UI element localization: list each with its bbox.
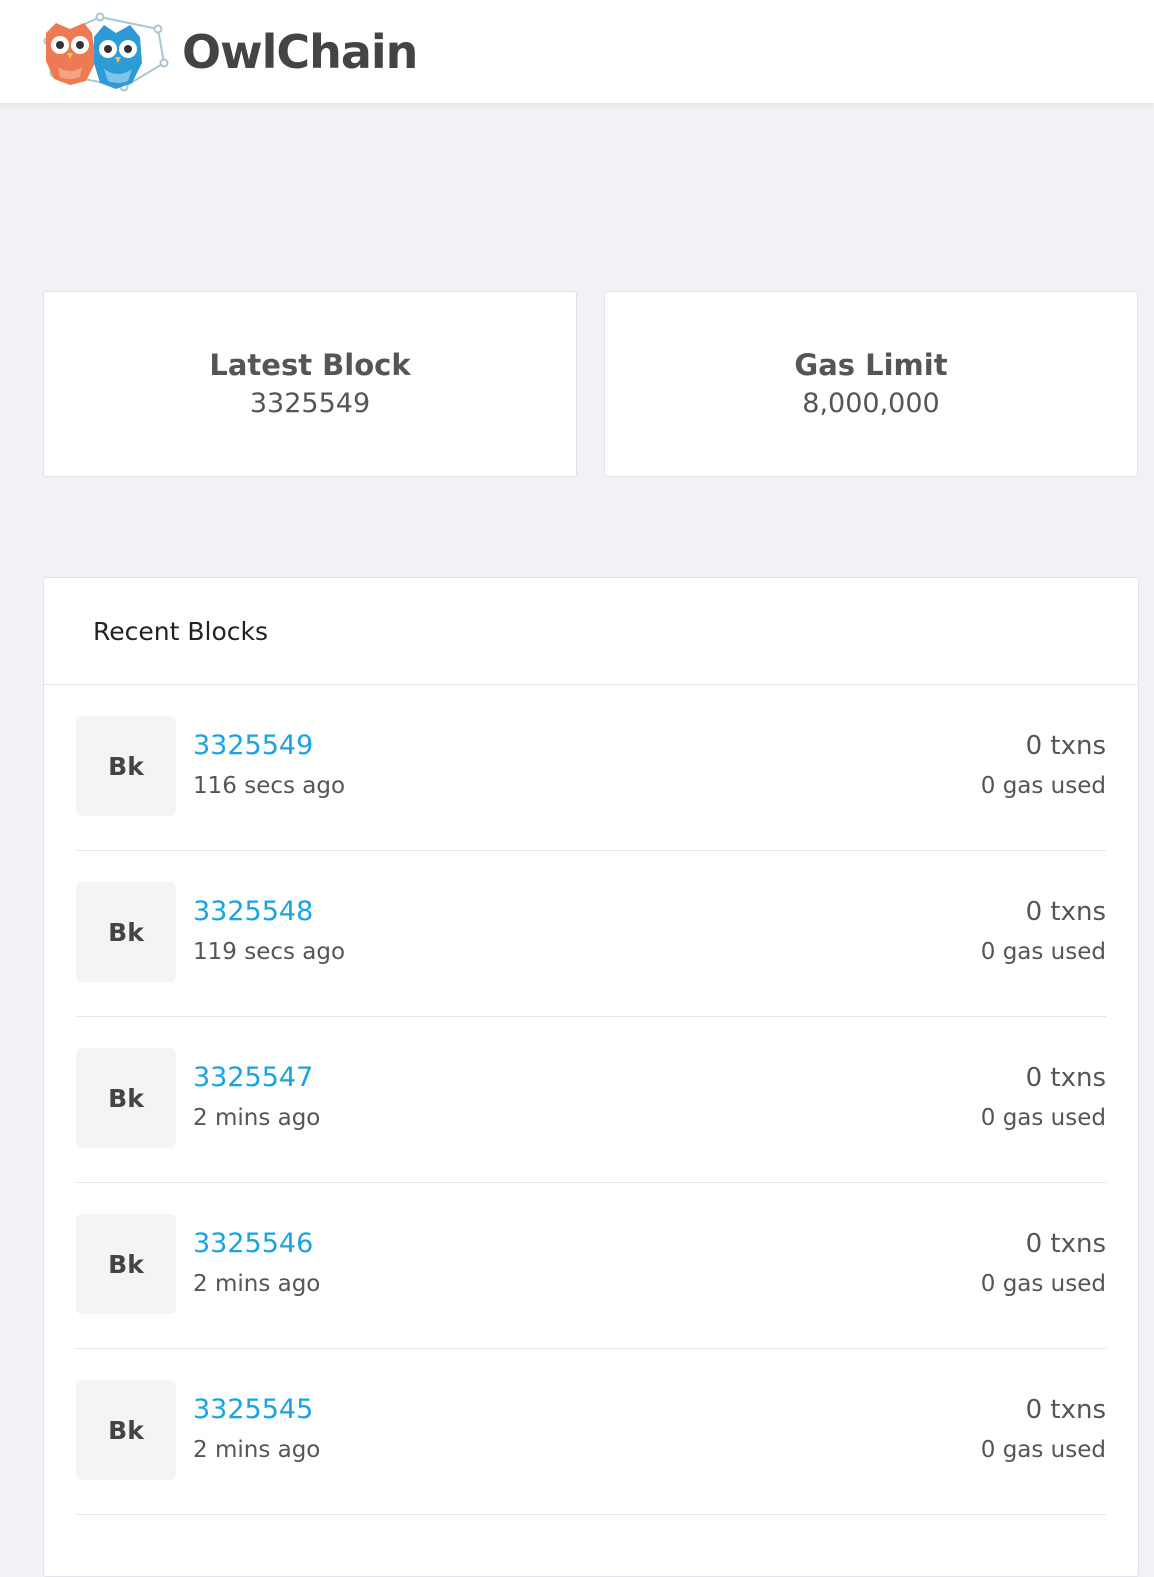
block-gas-used: 0 gas used [980, 1105, 1106, 1131]
recent-blocks-list: Bk 3325549 116 secs ago 0 txns 0 gas use… [76, 685, 1106, 1515]
recent-blocks-header: Recent Blocks [44, 578, 1138, 685]
latest-block-label: Latest Block [209, 348, 411, 382]
block-row: Bk 3325549 116 secs ago 0 txns 0 gas use… [76, 685, 1106, 851]
block-badge: Bk [76, 1380, 176, 1480]
gas-limit-card: Gas Limit 8,000,000 [604, 291, 1138, 477]
block-badge: Bk [76, 882, 176, 982]
block-row: Bk 3325548 119 secs ago 0 txns 0 gas use… [76, 851, 1106, 1017]
gas-limit-value: 8,000,000 [802, 388, 940, 419]
block-age: 2 mins ago [193, 1271, 321, 1297]
block-gas-used: 0 gas used [980, 939, 1106, 965]
block-txn-count: 0 txns [1025, 897, 1106, 927]
block-number-link[interactable]: 3325545 [193, 1393, 313, 1427]
block-txn-count: 0 txns [1025, 1063, 1106, 1093]
top-navbar: OwlChain [0, 0, 1154, 103]
block-age: 116 secs ago [193, 773, 346, 799]
brand-home-link[interactable]: OwlChain [40, 11, 418, 93]
latest-block-card: Latest Block 3325549 [43, 291, 577, 477]
recent-blocks-panel: Recent Blocks Bk 3325549 116 secs ago 0 … [43, 577, 1139, 1577]
block-gas-used: 0 gas used [980, 773, 1106, 799]
block-age: 119 secs ago [193, 939, 346, 965]
block-row: Bk 3325546 2 mins ago 0 txns 0 gas used [76, 1183, 1106, 1349]
latest-block-value: 3325549 [249, 388, 371, 419]
block-age: 2 mins ago [193, 1105, 321, 1131]
block-gas-used: 0 gas used [980, 1271, 1106, 1297]
block-number-link[interactable]: 3325547 [193, 1061, 313, 1095]
block-badge: Bk [76, 1048, 176, 1148]
block-row: Bk 3325547 2 mins ago 0 txns 0 gas used [76, 1017, 1106, 1183]
block-row: Bk 3325545 2 mins ago 0 txns 0 gas used [76, 1349, 1106, 1515]
block-number-link[interactable]: 3325549 [193, 729, 313, 763]
block-txn-count: 0 txns [1025, 1395, 1106, 1425]
block-badge: Bk [76, 1214, 176, 1314]
block-txn-count: 0 txns [1025, 1229, 1106, 1259]
owl-pair-logo-icon [43, 12, 169, 91]
block-age: 2 mins ago [193, 1437, 321, 1463]
block-badge: Bk [76, 716, 176, 816]
brand-name: OwlChain [182, 24, 418, 79]
recent-blocks-title: Recent Blocks [93, 616, 268, 646]
block-number-link[interactable]: 3325546 [193, 1227, 313, 1261]
block-number-link[interactable]: 3325548 [193, 895, 313, 929]
block-gas-used: 0 gas used [980, 1437, 1106, 1463]
gas-limit-label: Gas Limit [794, 348, 948, 382]
block-txn-count: 0 txns [1025, 731, 1106, 761]
